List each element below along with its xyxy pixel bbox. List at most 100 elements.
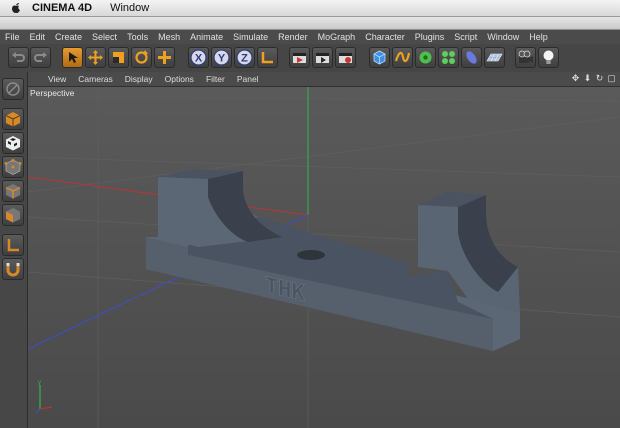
menu-select[interactable]: Select	[87, 32, 122, 42]
axis-gizmo: y	[35, 380, 53, 414]
viewport-menu-options[interactable]: Options	[159, 74, 200, 84]
orbit-icon[interactable]: ↻	[595, 73, 604, 84]
window-title-bar	[0, 17, 620, 30]
render-picture-viewer-button[interactable]	[312, 47, 333, 68]
edge-mode-button[interactable]	[2, 180, 24, 202]
render-settings-button[interactable]	[335, 47, 356, 68]
light-button[interactable]	[538, 47, 559, 68]
left-tool-palette	[0, 72, 28, 428]
move-icon	[88, 50, 103, 65]
rotate-icon	[135, 50, 148, 64]
redo-button[interactable]	[30, 47, 51, 68]
y-axis-button[interactable]: Y	[211, 47, 232, 68]
viewport-scene: THK	[28, 87, 620, 428]
viewport-menu-filter[interactable]: Filter	[200, 74, 231, 84]
model-mode-icon	[5, 112, 21, 127]
menu-mograph[interactable]: MoGraph	[313, 32, 361, 42]
add-icon	[158, 51, 171, 64]
snap-icon	[6, 263, 20, 277]
workplane-button[interactable]	[2, 234, 24, 256]
perspective-viewport[interactable]: THK Perspective y	[28, 87, 620, 428]
menu-help[interactable]: Help	[524, 32, 553, 42]
menu-character[interactable]: Character	[360, 32, 410, 42]
menu-plugins[interactable]: Plugins	[410, 32, 450, 42]
array-icon	[442, 51, 455, 64]
spline-button[interactable]	[392, 47, 413, 68]
polygon-mode-icon	[6, 208, 20, 223]
z-axis-button[interactable]: Z	[234, 47, 255, 68]
model-mode-button[interactable]	[2, 108, 24, 130]
menu-window[interactable]: Window	[482, 32, 524, 42]
move-button[interactable]	[85, 47, 106, 68]
cube-button[interactable]	[369, 47, 390, 68]
main-toolbar: X Y Z	[0, 44, 620, 73]
texture-mode-icon	[6, 136, 20, 151]
render-picture-viewer-icon	[316, 53, 329, 63]
menu-script[interactable]: Script	[449, 32, 482, 42]
menu-animate[interactable]: Animate	[185, 32, 228, 42]
menu-file[interactable]: File	[0, 32, 25, 42]
coordinate-system-icon	[261, 52, 273, 64]
scale-button[interactable]	[108, 47, 129, 68]
app-name[interactable]: CINEMA 4D	[32, 2, 92, 14]
workplane-icon	[7, 239, 19, 252]
rotate-button[interactable]	[131, 47, 152, 68]
add-button[interactable]	[154, 47, 175, 68]
pan-icon[interactable]: ✥	[571, 73, 580, 84]
snap-button[interactable]	[2, 258, 24, 280]
camera-button[interactable]	[515, 47, 536, 68]
live-select-icon	[69, 52, 78, 63]
viewport-menu-view[interactable]: View	[42, 74, 72, 84]
y-axis-label: Y	[218, 53, 226, 65]
menu-edit[interactable]: Edit	[25, 32, 51, 42]
viewport-menu-cameras[interactable]: Cameras	[72, 74, 118, 84]
y-axis-icon: Y	[213, 49, 230, 66]
edge-mode-icon	[5, 184, 21, 199]
make-editable-button[interactable]	[2, 78, 24, 100]
mac-menu-window[interactable]: Window	[110, 2, 149, 14]
light-icon	[543, 50, 554, 64]
floor-icon	[486, 53, 503, 62]
coordinate-system-button[interactable]	[257, 47, 278, 68]
nurbs-button[interactable]	[415, 47, 436, 68]
viewport-nav-icons: ✥ ⬇ ↻ ▢	[571, 73, 616, 84]
model-hole	[297, 250, 325, 260]
spline-icon	[394, 51, 411, 63]
camera-icon	[518, 50, 533, 63]
redo-icon	[34, 52, 47, 62]
viewport-label: Perspective	[30, 88, 75, 98]
z-axis-label: Z	[241, 53, 248, 65]
z-axis-icon: Z	[236, 49, 253, 66]
x-axis-icon: X	[190, 49, 207, 66]
menu-tools[interactable]: Tools	[122, 32, 153, 42]
app-menu-bar: File Edit Create Select Tools Mesh Anima…	[0, 30, 620, 44]
deformer-icon	[466, 51, 477, 64]
viewport-menu-bar: View Cameras Display Options Filter Pane…	[28, 72, 620, 87]
cube-icon	[373, 50, 386, 65]
menu-mesh[interactable]: Mesh	[153, 32, 185, 42]
x-axis-button[interactable]: X	[188, 47, 209, 68]
dolly-icon[interactable]: ⬇	[583, 73, 592, 84]
live-select-button[interactable]	[62, 47, 83, 68]
menu-create[interactable]: Create	[50, 32, 87, 42]
render-view-button[interactable]	[289, 47, 310, 68]
deformer-button[interactable]	[461, 47, 482, 68]
viewport-menu-display[interactable]: Display	[119, 74, 159, 84]
texture-mode-button[interactable]	[2, 132, 24, 154]
scale-icon	[113, 52, 124, 63]
maximize-icon[interactable]: ▢	[607, 73, 616, 84]
floor-button[interactable]	[484, 47, 505, 68]
render-view-icon	[293, 53, 306, 63]
undo-button[interactable]	[8, 47, 29, 68]
mac-menu-bar: CINEMA 4D Window	[0, 0, 620, 17]
apple-icon[interactable]	[10, 2, 22, 14]
array-button[interactable]	[438, 47, 459, 68]
menu-render[interactable]: Render	[273, 32, 313, 42]
x-axis-label: X	[195, 53, 203, 65]
nurbs-icon	[419, 51, 432, 64]
menu-simulate[interactable]: Simulate	[228, 32, 273, 42]
make-editable-icon	[6, 82, 20, 96]
polygon-mode-button[interactable]	[2, 204, 24, 226]
point-mode-button[interactable]	[2, 156, 24, 178]
viewport-menu-panel[interactable]: Panel	[231, 74, 265, 84]
